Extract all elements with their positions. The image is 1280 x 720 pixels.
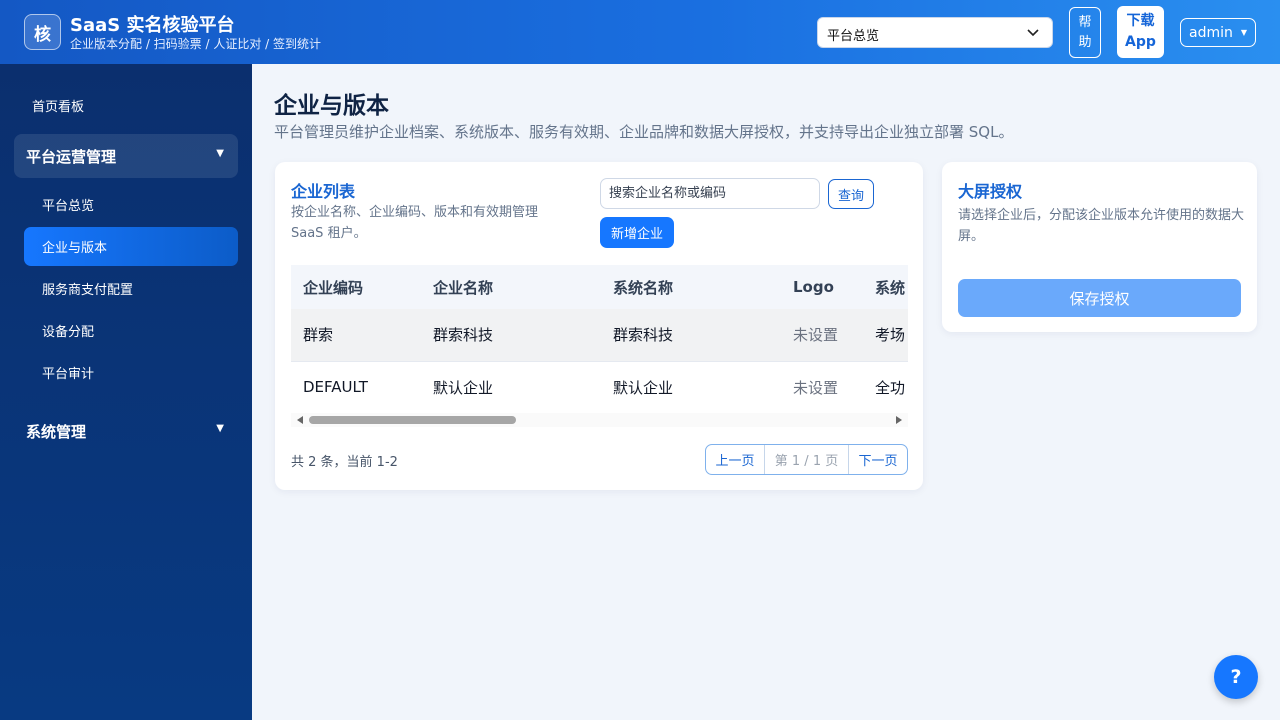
app-subtitle: 企业版本分配 / 扫码验票 / 人证比对 / 签到统计 [70,37,322,51]
table-cell: 未设置 [781,309,863,362]
table-header-row: 企业编码 企业名称 系统名称 Logo 系统 [291,265,908,309]
column-header: 系统 [863,265,908,309]
caret-down-icon: ▼ [1240,28,1248,37]
download-app-button[interactable]: 下载App [1117,6,1164,58]
help-button[interactable]: 帮助 [1069,7,1101,58]
page-title: 企业与版本 [274,93,389,119]
chevron-down-icon [1027,29,1039,37]
save-auth-button[interactable]: 保存授权 [958,279,1241,317]
add-enterprise-button[interactable]: 新增企业 [600,217,674,248]
sidebar-group-system[interactable]: 系统管理 ▼ [14,409,238,453]
query-button[interactable]: 查询 [828,179,874,209]
table-cell: DEFAULT [291,361,421,414]
platform-select[interactable]: 平台总览 [817,17,1053,48]
sidebar-item-platform-audit[interactable]: 平台审计 [24,353,238,392]
help-float-button[interactable]: ? [1214,655,1258,699]
enterprise-list-card: 企业列表 按企业名称、企业编码、版本和有效期管理 SaaS 租户。 查询 新增企… [275,162,923,490]
table-cell: 考场 [863,309,908,362]
user-name: admin [1189,24,1233,41]
page-info: 第 1 / 1 页 [765,445,849,474]
search-input[interactable] [600,178,820,209]
enterprise-table: 企业编码 企业名称 系统名称 Logo 系统 群索 群索科技 群索科技 未设置 … [291,265,908,429]
table-row[interactable]: DEFAULT 默认企业 默认企业 未设置 全功 [291,361,908,414]
logo: 核 [24,14,61,50]
sidebar-item-home[interactable]: 首页看板 [32,96,84,115]
scroll-left-arrow-icon[interactable] [297,416,303,424]
card-description: 请选择企业后，分配该企业版本允许使用的数据大屏。 [958,208,1245,244]
card-description: 按企业名称、企业编码、版本和有效期管理 SaaS 租户。 [291,205,539,241]
column-header: Logo [781,265,863,309]
page-description: 平台管理员维护企业档案、系统版本、服务有效期、企业品牌和数据大屏授权，并支持导出… [274,123,1014,141]
sidebar-item-enterprise-version[interactable]: 企业与版本 [24,227,238,266]
sidebar-item-platform-overview[interactable]: 平台总览 [24,185,238,224]
sidebar-item-device-allocation[interactable]: 设备分配 [24,311,238,350]
sidebar-item-payment-config[interactable]: 服务商支付配置 [24,269,238,308]
card-title: 企业列表 [291,182,356,201]
app-title: SaaS 实名核验平台 [70,15,235,36]
user-menu-button[interactable]: admin ▼ [1180,18,1256,47]
sidebar-group-platform[interactable]: 平台运营管理 ▼ [14,134,238,178]
table-cell: 默认企业 [601,361,781,414]
column-header: 企业编码 [291,265,421,309]
sidebar: 首页看板 平台运营管理 ▼ 平台总览 企业与版本 服务商支付配置 设备分配 平台… [0,64,252,720]
table-cell: 群索科技 [601,309,781,362]
scroll-right-arrow-icon[interactable] [896,416,902,424]
table-cell: 群索 [291,309,421,362]
pagination: 上一页 第 1 / 1 页 下一页 [705,444,908,475]
sidebar-group-label: 平台运营管理 [26,147,117,166]
caret-down-icon: ▼ [216,148,224,159]
prev-page-button[interactable]: 上一页 [706,445,765,474]
platform-select-value: 平台总览 [827,29,880,44]
table-cell: 未设置 [781,361,863,414]
pagination-total: 共 2 条，当前 1-2 [291,455,398,470]
card-title: 大屏授权 [958,182,1023,201]
top-header: 核 SaaS 实名核验平台 企业版本分配 / 扫码验票 / 人证比对 / 签到统… [0,0,1280,64]
table-row[interactable]: 群索 群索科技 群索科技 未设置 考场 [291,309,908,362]
caret-down-icon: ▼ [216,423,224,434]
sidebar-group-label: 系统管理 [26,422,87,441]
horizontal-scrollbar[interactable] [291,413,908,427]
screen-auth-card: 大屏授权 请选择企业后，分配该企业版本允许使用的数据大屏。 保存授权 [942,162,1257,332]
table-cell: 群索科技 [421,309,601,362]
column-header: 企业名称 [421,265,601,309]
table-cell: 全功 [863,361,908,414]
table-cell: 默认企业 [421,361,601,414]
next-page-button[interactable]: 下一页 [849,445,907,474]
column-header: 系统名称 [601,265,781,309]
scrollbar-thumb[interactable] [309,416,516,424]
